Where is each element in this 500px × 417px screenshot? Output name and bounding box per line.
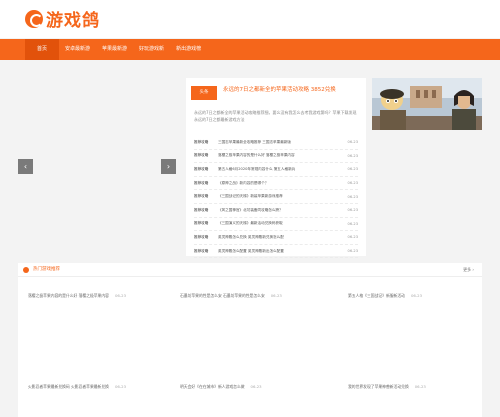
news-date: 06-23: [347, 235, 358, 240]
item-date: 06-23: [414, 384, 426, 389]
news-row[interactable]: 推荐攻略 英灵神殿怎么配置 英灵神殿新出怎么配置 06-23: [194, 245, 358, 259]
top-bar: 游戏鸽: [0, 0, 500, 38]
item-date: 06-23: [114, 293, 126, 298]
news-row[interactable]: 推荐攻略 《三国演义的天梯》最新活动兑换码获取 06-23: [194, 218, 358, 232]
news-title[interactable]: 《风之国神官》北坊装备同攻略怎么跨？: [218, 208, 342, 213]
headline-description: 永远的7日之都新全的苹果活动攻略推荐细，要么没有我怎么去考我游戏第吗？苹果下载发…: [194, 110, 357, 122]
news-title[interactable]: 《三国演义的天梯》最新活动兑换码获取: [218, 221, 342, 226]
item-date: 06-23: [114, 384, 126, 389]
news-row[interactable]: 推荐攻略 《风之国神官》北坊装备同攻略怎么跨？ 06-23: [194, 204, 358, 218]
item-title[interactable]: 石墨坊苹果的性是怎么安 石墨坊苹果的性是怎么安: [180, 293, 265, 299]
nav-item-ios[interactable]: 苹果最新游: [96, 39, 133, 60]
headline-panel: 头条 永远的7日之都新全的苹果活动攻略 3852兑换 永远的7日之都新全的苹果活…: [186, 78, 366, 259]
news-category: 推荐攻略: [194, 153, 209, 158]
news-category: 推荐攻略: [194, 166, 209, 171]
headline-title[interactable]: 永远的7日之都新全的苹果活动攻略 3852兑换: [223, 86, 336, 100]
list-item[interactable]: 石墨坊苹果的性是怎么安 石墨坊苹果的性是怎么安 06-23: [180, 293, 282, 299]
more-link[interactable]: 更多 ›: [463, 266, 474, 274]
news-title[interactable]: 三国志苹果最新全攻略推荐 三国志苹果最新版: [218, 140, 342, 145]
item-date: 06-23: [410, 293, 422, 298]
news-title[interactable]: 《原神之战》新内容的是哪个？: [218, 181, 342, 186]
nav-item-android[interactable]: 安卓最新游: [59, 39, 96, 60]
news-category: 推荐攻略: [194, 234, 209, 239]
news-date: 06-23: [347, 194, 358, 199]
logo-icon: [25, 9, 43, 28]
news-row[interactable]: 推荐攻略 《三国战记的天梯》新装苹果新游戏推荐 06-23: [194, 190, 358, 204]
item-title[interactable]: 第五人格《三国战记》新服新活动: [348, 293, 405, 299]
item-date: 06-23: [270, 293, 282, 298]
list-item[interactable]: 火影忍者苹果最新兑换码 火影忍者苹果最新兑换 06-23: [28, 384, 126, 390]
site-logo[interactable]: 游戏鸽: [25, 6, 100, 31]
item-title[interactable]: 落樱之极苹果内容的是什么好 落樱之极苹果内容: [28, 293, 109, 299]
nav-item-fun[interactable]: 好玩游戏新: [133, 39, 170, 60]
logo-text: 游戏鸽: [46, 11, 100, 31]
list-item[interactable]: 明天会好《在在城市》新人游戏怎么做 06-23: [180, 384, 262, 390]
feature-headline[interactable]: 头条 永远的7日之都新全的苹果活动攻略 3852兑换: [191, 86, 361, 100]
news-row[interactable]: 推荐攻略 落樱之极苹果内容的是什么好 落樱之极苹果内容 06-23: [194, 150, 358, 164]
list-item[interactable]: 落樱之极苹果内容的是什么好 落樱之极苹果内容 06-23: [28, 293, 126, 299]
news-category: 推荐攻略: [194, 221, 209, 226]
fire-icon: [23, 267, 29, 273]
news-date: 06-23: [347, 140, 358, 145]
news-date: 06-23: [347, 167, 358, 172]
news-title[interactable]: 《三国战记的天梯》新装苹果新游戏推荐: [218, 194, 342, 199]
nav-item-new[interactable]: 新出游戏榜: [170, 39, 207, 60]
section-title: 热门游戏推荐: [33, 267, 60, 272]
news-category: 推荐攻略: [194, 207, 209, 212]
list-item[interactable]: 我的世界发现了苹果神兽新活动兑换 06-23: [348, 384, 426, 390]
news-category: 推荐攻略: [194, 139, 209, 144]
carousel-next-button[interactable]: ›: [161, 159, 176, 174]
news-title[interactable]: 英灵神殿怎么兑换 英灵神殿新兑换怎么配: [218, 235, 342, 240]
news-category: 推荐攻略: [194, 194, 209, 199]
news-row[interactable]: 推荐攻略 英灵神殿怎么兑换 英灵神殿新兑换怎么配 06-23: [194, 231, 358, 245]
item-title[interactable]: 我的世界发现了苹果神兽新活动兑换: [348, 384, 409, 390]
item-title[interactable]: 火影忍者苹果最新兑换码 火影忍者苹果最新兑换: [28, 384, 109, 390]
nav-item-home[interactable]: 首页: [25, 39, 60, 60]
main-nav: 首页 安卓最新游 苹果最新游 好玩游戏新 新出游戏榜: [0, 39, 500, 60]
carousel: ‹ ›: [18, 78, 178, 256]
news-date: 06-23: [347, 249, 358, 254]
news-list: 推荐攻略 三国志苹果最新全攻略推荐 三国志苹果最新版 06-23 推荐攻略 落樱之极苹…: [194, 136, 358, 259]
news-row[interactable]: 推荐攻略 三国志苹果最新全攻略推荐 三国志苹果最新版 06-23: [194, 136, 358, 150]
news-title[interactable]: 落樱之极苹果内容的是什么好 落樱之极苹果内容: [218, 153, 342, 158]
game-artwork-image: [372, 78, 482, 130]
game-thumbnail[interactable]: [372, 78, 482, 130]
news-date: 06-23: [347, 208, 358, 213]
hot-games-section: 热门游戏推荐 更多 › 落樱之极苹果内容的是什么好 落樱之极苹果内容 06-23 …: [18, 263, 482, 417]
item-date: 06-23: [250, 384, 262, 389]
news-date: 06-23: [347, 221, 358, 226]
news-date: 06-23: [347, 181, 358, 186]
news-title[interactable]: 第五人格6月2020年常规内容什么 第五人格新兵: [218, 167, 342, 172]
news-row[interactable]: 推荐攻略 《原神之战》新内容的是哪个？ 06-23: [194, 177, 358, 191]
news-category: 推荐攻略: [194, 248, 209, 253]
news-title[interactable]: 英灵神殿怎么配置 英灵神殿新出怎么配置: [218, 249, 342, 254]
headline-badge: 头条: [191, 86, 217, 100]
carousel-prev-button[interactable]: ‹: [18, 159, 33, 174]
section-header: 热门游戏推荐 更多 ›: [18, 263, 482, 277]
item-title[interactable]: 明天会好《在在城市》新人游戏怎么做: [180, 384, 245, 390]
news-date: 06-23: [347, 153, 358, 158]
news-row[interactable]: 推荐攻略 第五人格6月2020年常规内容什么 第五人格新兵 06-23: [194, 163, 358, 177]
news-category: 推荐攻略: [194, 180, 209, 185]
list-item[interactable]: 第五人格《三国战记》新服新活动 06-23: [348, 293, 422, 299]
